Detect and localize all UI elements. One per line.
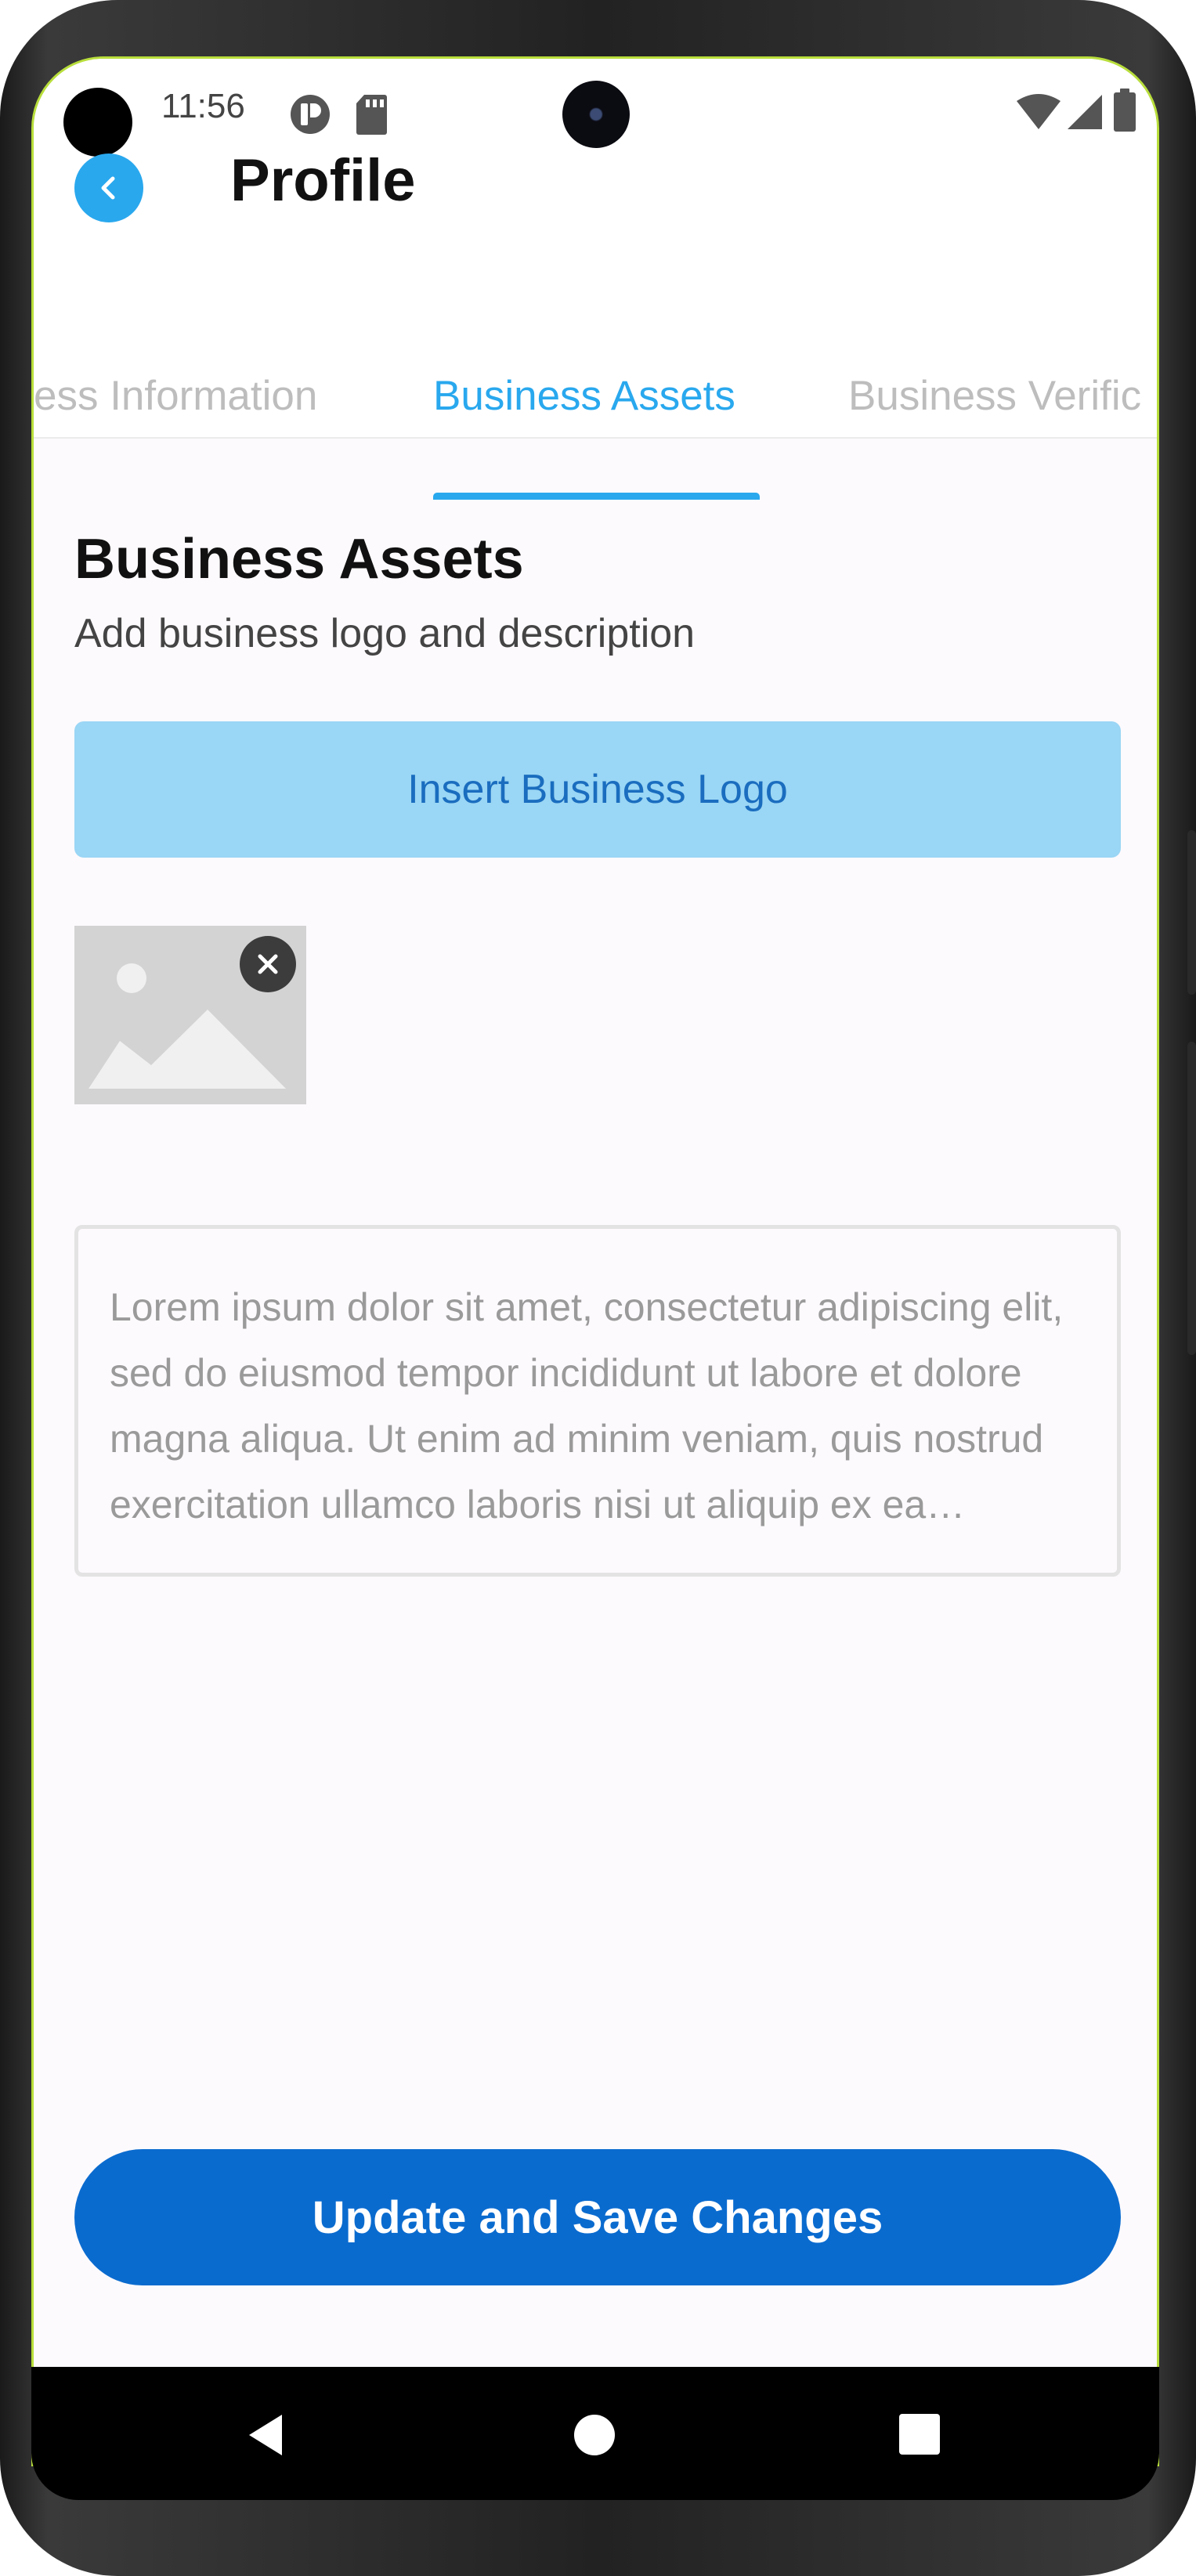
description-field[interactable]: Lorem ipsum dolor sit amet, consectetur …	[74, 1225, 1121, 1577]
tab-bar: ess Information Business Assets Business…	[34, 309, 1157, 439]
tab-business-assets[interactable]: Business Assets	[433, 372, 735, 420]
power-button	[1187, 1042, 1196, 1355]
battery-icon	[1114, 89, 1136, 132]
tab-business-information[interactable]: ess Information	[34, 372, 317, 420]
status-bar: 11:56	[34, 59, 1157, 168]
app-notification-icon	[291, 95, 330, 134]
section-subtitle: Add business logo and description	[74, 611, 696, 656]
update-save-button[interactable]: Update and Save Changes	[74, 2149, 1121, 2285]
page-title: Profile	[230, 147, 416, 214]
recents-square-icon[interactable]	[898, 2412, 941, 2456]
back-button[interactable]	[74, 154, 143, 222]
cell-signal-icon	[1068, 95, 1102, 129]
chevron-left-icon	[101, 176, 115, 200]
insert-logo-button[interactable]: Insert Business Logo	[74, 721, 1121, 858]
status-time: 11:56	[161, 87, 245, 125]
back-triangle-icon[interactable]	[243, 2410, 293, 2460]
wifi-icon	[1017, 94, 1061, 129]
close-icon	[258, 954, 278, 974]
front-camera	[562, 81, 630, 148]
tab-indicator	[433, 493, 760, 500]
section-title: Business Assets	[74, 528, 524, 591]
tab-business-verification[interactable]: Business Verific	[848, 372, 1141, 420]
volume-button	[1187, 830, 1196, 995]
remove-logo-button[interactable]	[240, 936, 296, 992]
front-sensor	[63, 88, 132, 157]
app-screen: 11:56 Profile ess Information Business A…	[31, 56, 1159, 2466]
update-save-label: Update and Save Changes	[312, 2191, 883, 2243]
insert-logo-label: Insert Business Logo	[407, 767, 788, 812]
home-circle-icon[interactable]	[572, 2412, 617, 2458]
sd-card-icon	[356, 95, 387, 135]
description-text: Lorem ipsum dolor sit amet, consectetur …	[110, 1285, 1064, 1526]
navigation-bar	[31, 2367, 1159, 2500]
app-bar	[34, 168, 1157, 309]
